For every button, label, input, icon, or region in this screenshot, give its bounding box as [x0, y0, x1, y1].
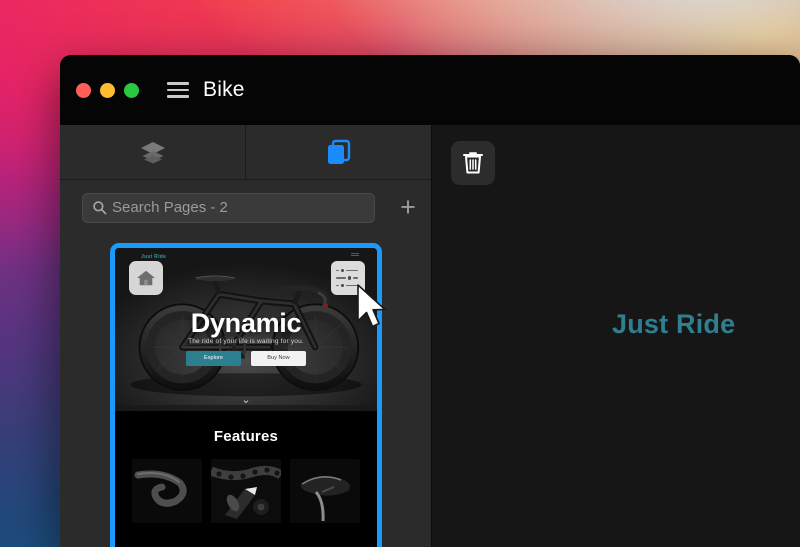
- document-title: Bike: [203, 78, 245, 101]
- feature-tile-drivetrain[interactable]: [211, 459, 281, 523]
- app-window: Bike Search Pages - 2 + Just Ride Dynami…: [60, 55, 800, 547]
- preview-brand: Just Ride: [141, 254, 167, 260]
- feature-tile-saddle[interactable]: [290, 459, 360, 523]
- preview-explore-button[interactable]: Explore: [186, 351, 241, 366]
- features-title: Features: [213, 428, 279, 445]
- preview-settings-button[interactable]: [331, 261, 365, 295]
- saddle-image: [290, 459, 360, 523]
- features-grid: [115, 459, 377, 523]
- preview-buy-now-button[interactable]: Buy Now: [251, 351, 306, 366]
- handlebar-image: [132, 459, 202, 523]
- page-thumbnail-list: Just Ride Dynamic The ride of your life …: [60, 235, 431, 547]
- tab-pages[interactable]: [245, 125, 431, 179]
- pages-icon: [327, 139, 350, 164]
- trash-icon: [463, 152, 483, 174]
- search-input[interactable]: Search Pages - 2: [82, 192, 375, 223]
- search-row: Search Pages - 2 +: [60, 180, 431, 235]
- preview-grip-dots: [351, 253, 359, 257]
- add-page-button[interactable]: +: [385, 194, 431, 221]
- sliders-icon: [336, 268, 360, 273]
- search-placeholder: Search Pages - 2: [112, 199, 228, 216]
- delete-page-button[interactable]: [451, 141, 495, 185]
- preview-heading: Dynamic: [190, 308, 302, 338]
- preview-home-button[interactable]: [129, 261, 163, 295]
- search-icon: [93, 201, 107, 215]
- window-body: Search Pages - 2 + Just Ride Dynamic The…: [60, 125, 800, 547]
- canvas-title: Just Ride: [612, 309, 736, 339]
- pages-sidebar: Search Pages - 2 + Just Ride Dynamic The…: [60, 125, 432, 547]
- chevron-down-icon: ⌄: [241, 394, 251, 406]
- page-features-section: Features: [115, 411, 377, 547]
- page-thumbnail-selected[interactable]: Just Ride Dynamic The ride of your life …: [110, 243, 382, 547]
- minimize-button[interactable]: [100, 82, 115, 98]
- sidebar-tabbar: [60, 125, 431, 180]
- page-hero-section: Just Ride Dynamic The ride of your life …: [115, 248, 377, 411]
- preview-cta-group: Explore Buy Now: [115, 351, 377, 366]
- title-bar: Bike: [60, 55, 800, 125]
- home-icon: [137, 270, 155, 286]
- feature-tile-handlebar[interactable]: [132, 459, 202, 523]
- hamburger-menu-icon[interactable]: [167, 82, 189, 98]
- window-controls: [76, 82, 139, 98]
- editor-canvas: Just Ride: [432, 125, 800, 547]
- drivetrain-image: [211, 459, 281, 523]
- close-button[interactable]: [76, 82, 91, 98]
- layers-icon: [140, 142, 165, 164]
- zoom-button[interactable]: [124, 82, 139, 98]
- preview-subheading: The ride of your life is waiting for you…: [188, 338, 304, 345]
- tab-layers[interactable]: [60, 125, 245, 179]
